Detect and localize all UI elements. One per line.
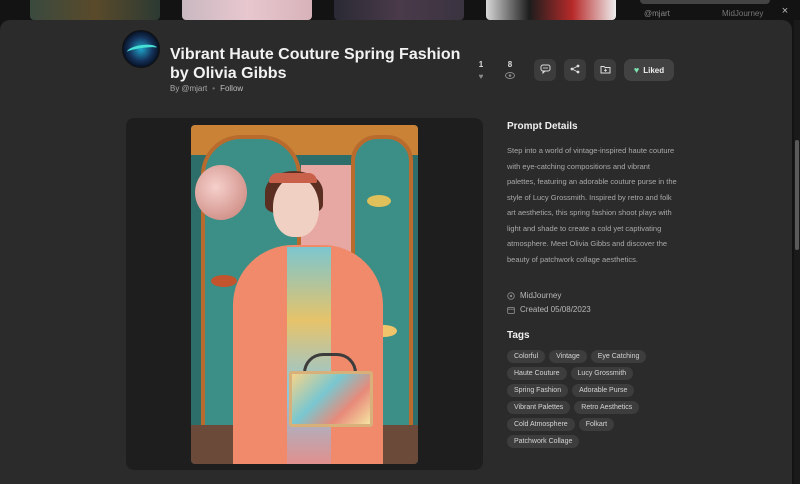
heart-filled-icon: ♥ — [633, 65, 640, 75]
prompt-details-heading: Prompt Details — [507, 121, 578, 132]
liked-button[interactable]: ♥ Liked — [624, 59, 674, 81]
byline-prefix: By — [170, 84, 180, 93]
calendar-icon — [507, 306, 515, 314]
tag-chip[interactable]: Colorful — [507, 350, 546, 363]
model-row: MidJourney — [507, 291, 561, 300]
folder-plus-icon — [600, 61, 611, 79]
heart-icon: ♥ — [478, 72, 484, 81]
avatar-wave-graphic — [126, 42, 158, 58]
background-username: @mjart — [644, 9, 670, 18]
views-stat: 8 — [500, 60, 520, 81]
share-button[interactable] — [564, 59, 586, 81]
views-count: 8 — [507, 60, 513, 69]
background-thumbnail[interactable] — [334, 0, 464, 20]
generated-image[interactable] — [191, 125, 418, 464]
tag-chip[interactable]: Adorable Purse — [572, 384, 635, 397]
image-shape — [269, 173, 317, 183]
tag-chip[interactable]: Patchwork Collage — [507, 435, 580, 448]
background-thumbnail[interactable] — [30, 0, 160, 20]
comment-icon — [540, 61, 551, 79]
tag-chip[interactable]: Spring Fashion — [507, 384, 569, 397]
tag-chip[interactable]: Lucy Grossmith — [570, 367, 634, 380]
tag-list: Colorful Vintage Eye Catching Haute Cout… — [507, 350, 682, 448]
byline: By @mjart • Follow — [170, 84, 243, 93]
background-thumbnail[interactable] — [486, 0, 616, 20]
eye-icon — [500, 72, 520, 81]
tag-chip[interactable]: Cold Atmosphere — [507, 418, 575, 431]
tag-chip[interactable]: Retro Aesthetics — [574, 401, 640, 414]
follow-button[interactable]: Follow — [220, 84, 243, 93]
likes-count: 1 — [478, 60, 484, 69]
save-to-folder-button[interactable] — [594, 59, 616, 81]
prompt-text: Step into a world of vintage-inspired ha… — [507, 146, 677, 264]
model-name: MidJourney — [520, 291, 562, 300]
avatar[interactable] — [122, 30, 160, 68]
byline-separator: • — [212, 84, 216, 93]
scrollbar-thumb[interactable] — [795, 140, 799, 250]
background-gallery-strip: @mjart MidJourney — [0, 0, 800, 20]
background-model-label: MidJourney — [722, 9, 764, 18]
close-icon[interactable]: × — [778, 4, 792, 18]
created-date: Created 05/08/2023 — [520, 305, 591, 314]
page-title: Vibrant Haute Couture Spring Fashion by … — [170, 46, 461, 82]
tags-heading: Tags — [507, 330, 530, 341]
author-link[interactable]: @mjart — [181, 84, 207, 93]
background-thumbnail[interactable] — [182, 0, 312, 20]
image-shape — [367, 195, 391, 207]
created-date-row: Created 05/08/2023 — [507, 305, 591, 314]
comment-button[interactable] — [534, 59, 556, 81]
tag-chip[interactable]: Folkart — [578, 418, 615, 431]
likes-stat: 1 ♥ — [471, 60, 491, 81]
image-shape — [273, 177, 319, 237]
scrollbar[interactable] — [794, 20, 800, 484]
tag-chip[interactable]: Vibrant Palettes — [507, 401, 571, 414]
image-shape — [195, 165, 247, 220]
model-icon — [507, 291, 515, 300]
background-card-edge — [640, 0, 770, 4]
image-shape — [289, 371, 373, 427]
tag-chip[interactable]: Haute Couture — [507, 367, 567, 380]
tag-chip[interactable]: Vintage — [549, 350, 587, 363]
tag-chip[interactable]: Eye Catching — [590, 350, 647, 363]
image-shape — [211, 275, 237, 287]
share-icon — [570, 61, 580, 79]
liked-label: Liked — [643, 65, 665, 75]
